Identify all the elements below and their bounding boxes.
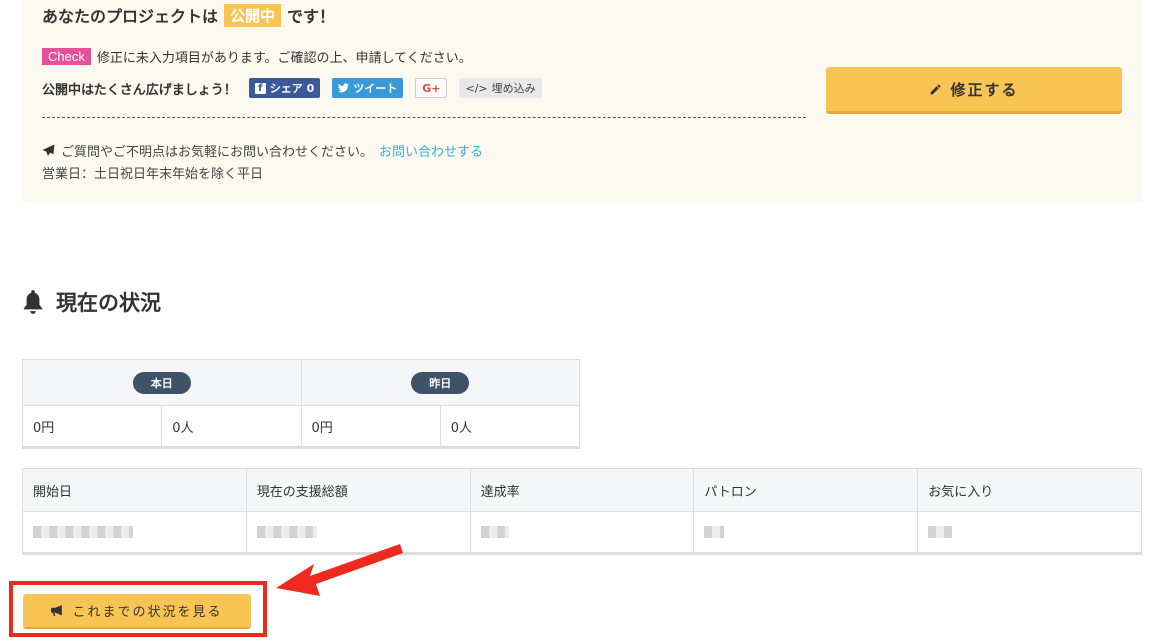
megaphone-icon — [51, 605, 63, 616]
notice-title-prefix: あなたのプロジェクトは — [42, 7, 219, 26]
facebook-icon: f — [254, 82, 266, 94]
yesterday-pill: 昨日 — [411, 371, 470, 394]
bell-icon — [23, 290, 43, 314]
summary-table: 開始日 現在の支援総額 達成率 パトロン お気に入り — [22, 468, 1142, 555]
notice-title-suffix: です！ — [287, 7, 336, 26]
status-heading-label: 現在の状況 — [56, 291, 161, 315]
check-row: Check 修正に未入力項目があります。ご確認の上、申請してください。 — [42, 47, 472, 66]
share-prompt: 公開中はたくさん広げましょう！ — [42, 82, 237, 98]
column-total-support: 現在の支援総額 — [245, 469, 470, 511]
today-pill: 本日 — [132, 371, 191, 394]
embed-button[interactable]: </> 埋め込み — [459, 78, 542, 98]
facebook-share-label: シェア 0 — [269, 82, 315, 95]
today-header-cell: 本日 — [23, 360, 301, 405]
view-history-label: これまでの状況を見る — [72, 605, 223, 620]
favorites-value-redacted — [917, 512, 1141, 552]
check-message: 修正に未入力項目があります。ご確認の上、申請してください。 — [96, 51, 472, 66]
column-favorites: お気に入り — [917, 469, 1141, 511]
start-date-value-redacted — [23, 512, 246, 552]
twitter-tweet-label: ツイート — [353, 82, 398, 95]
twitter-tweet-button[interactable]: ツイート — [332, 78, 404, 98]
google-plus-button[interactable]: G+ — [415, 78, 448, 98]
facebook-share-button[interactable]: f シェア 0 — [248, 78, 321, 98]
column-patrons: パトロン — [693, 469, 917, 511]
business-hours: 営業日：土日祝日年末年始を除く平日 — [42, 167, 264, 182]
today-amount: 0円 — [33, 420, 55, 436]
column-start-date: 開始日 — [33, 484, 73, 500]
yesterday-header-cell: 昨日 — [300, 360, 580, 405]
share-row: 公開中はたくさん広げましょう！ f シェア 0 ツイート G+ </> 埋め込み — [42, 78, 542, 98]
daily-stats-table: 本日 昨日 0円 0人 0円 0人 — [22, 359, 580, 449]
inquiry-row: ご質問やご不明点はお気軽にお問い合わせください。 お問い合わせする — [42, 141, 483, 160]
yesterday-amount: 0円 — [300, 406, 440, 446]
inquiry-link[interactable]: お問い合わせする — [379, 141, 483, 160]
summary-header-row: 開始日 現在の支援総額 達成率 パトロン お気に入り — [23, 469, 1141, 512]
yesterday-people: 0人 — [439, 406, 579, 446]
edit-button[interactable]: 修正する — [826, 67, 1122, 114]
project-status-notice: あなたのプロジェクトは 公開中 です！ Check 修正に未入力項目があります。… — [22, 0, 1142, 202]
check-label: Check — [42, 48, 91, 65]
today-people: 0人 — [161, 406, 300, 446]
pencil-icon — [931, 83, 942, 94]
code-icon: </> — [465, 81, 488, 95]
annotation-arrow — [276, 544, 403, 596]
twitter-bird-icon — [338, 83, 350, 93]
achievement-rate-value-redacted — [469, 512, 694, 552]
embed-label: 埋め込み — [491, 82, 536, 95]
inquiry-text: ご質問やご不明点はお気軽にお問い合わせください。 — [61, 145, 374, 160]
daily-stats-header: 本日 昨日 — [23, 360, 579, 406]
daily-stats-row: 0円 0人 0円 0人 — [23, 406, 579, 446]
column-achievement-rate: 達成率 — [469, 469, 694, 511]
patrons-value-redacted — [693, 512, 917, 552]
summary-row — [23, 512, 1141, 552]
published-badge: 公開中 — [224, 3, 282, 27]
edit-button-label: 修正する — [950, 80, 1019, 99]
paper-plane-icon — [42, 144, 55, 156]
dashed-divider — [42, 117, 806, 118]
notice-title: あなたのプロジェクトは 公開中 です！ — [42, 3, 335, 27]
view-history-button[interactable]: これまでの状況を見る — [23, 594, 251, 629]
status-heading: 現在の状況 — [22, 287, 161, 317]
